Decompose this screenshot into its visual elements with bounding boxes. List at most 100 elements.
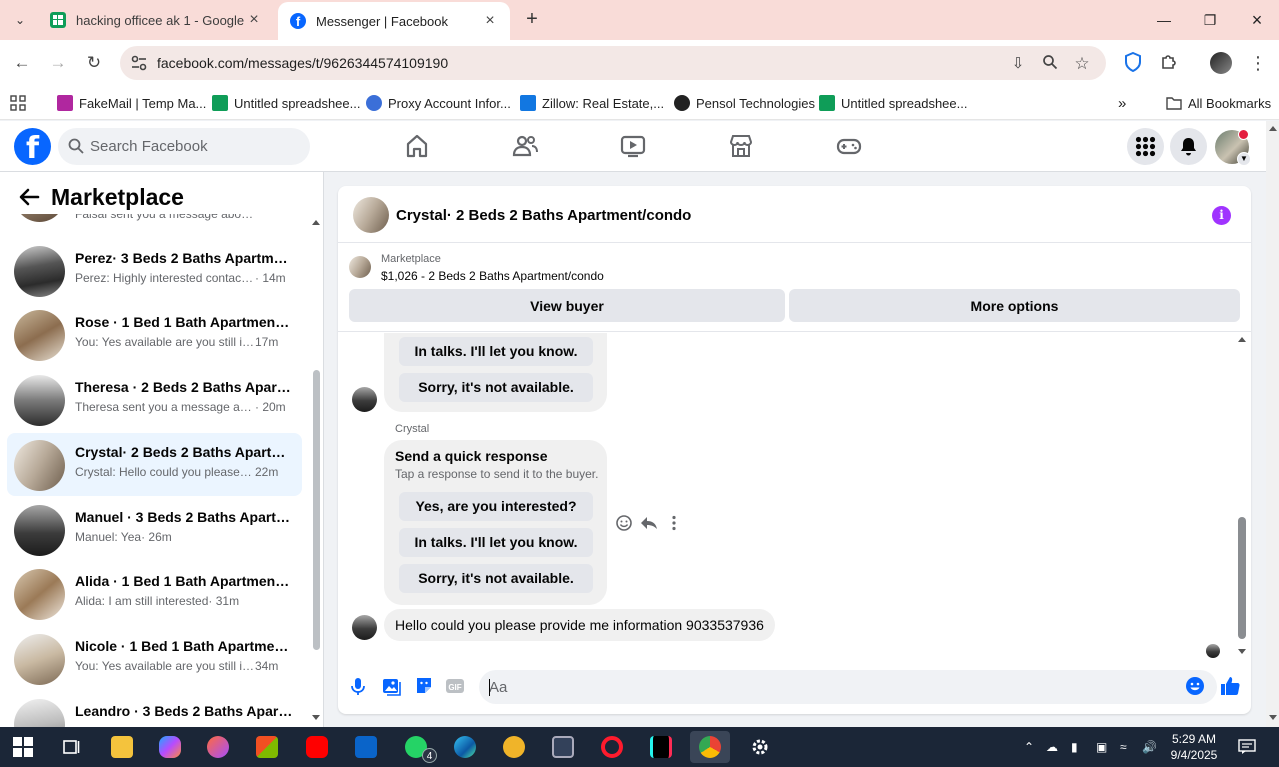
tiktok-app[interactable] <box>641 731 681 763</box>
settings-app[interactable] <box>740 731 780 763</box>
tab-google-sheets[interactable]: hacking officee ak 1 - Google Sh × <box>38 0 274 40</box>
quick-response-button[interactable]: In talks. I'll let you know. <box>399 337 593 366</box>
bookmark-star-icon[interactable]: ☆ <box>1072 54 1092 74</box>
apps-grid-icon[interactable] <box>10 92 26 114</box>
all-bookmarks-button[interactable]: All Bookmarks <box>1166 92 1271 114</box>
emoji-icon[interactable] <box>1184 675 1206 697</box>
conversation-item[interactable]: Theresa · 2 Beds 2 Baths Apartm... There… <box>7 368 302 431</box>
close-tab-icon[interactable]: × <box>482 12 498 30</box>
thumbs-up-icon[interactable] <box>1219 675 1241 697</box>
install-app-icon[interactable]: ⇩ <box>1008 54 1028 74</box>
conversation-item[interactable]: Rose · 1 Bed 1 Bath Apartment/c... You: … <box>7 303 302 366</box>
bookmark-spreadsheet-1[interactable]: Untitled spreadshee... <box>212 92 360 114</box>
marketplace-icon[interactable] <box>727 132 755 160</box>
sender-avatar[interactable] <box>352 387 377 412</box>
reply-icon[interactable] <box>640 514 658 532</box>
quick-response-button[interactable]: Yes, are you interested? <box>399 492 593 521</box>
zoom-icon[interactable] <box>1040 54 1060 74</box>
back-button[interactable]: ← <box>10 51 34 75</box>
facebook-search[interactable] <box>58 128 310 165</box>
edge-app[interactable] <box>445 731 485 763</box>
listing-description[interactable]: $1,026 - 2 Beds 2 Baths Apartment/condo <box>381 269 604 283</box>
profile-avatar[interactable] <box>1210 52 1232 74</box>
conversation-item[interactable]: Leandro · 3 Beds 2 Baths Apart... <box>7 692 302 727</box>
bookmark-proxy[interactable]: Proxy Account Infor... <box>366 92 511 114</box>
youtube-app[interactable] <box>297 731 337 763</box>
bookmark-fakemail[interactable]: FakeMail | Temp Ma... <box>57 92 206 114</box>
forward-button[interactable]: → <box>46 51 70 75</box>
view-buyer-button[interactable]: View buyer <box>349 289 785 322</box>
quick-response-button[interactable]: Sorry, it's not available. <box>399 564 593 593</box>
reload-button[interactable]: ↻ <box>82 51 106 75</box>
opera-app[interactable] <box>592 731 632 763</box>
tab-search-chevron-icon[interactable]: ⌄ <box>10 10 30 30</box>
wifi-icon[interactable]: ≈ <box>1120 727 1127 767</box>
gaming-icon[interactable] <box>835 132 863 160</box>
site-info-icon[interactable] <box>130 54 148 72</box>
more-bookmarks-chevron-icon[interactable]: » <box>1118 92 1126 114</box>
quick-response-button[interactable]: Sorry, it's not available. <box>399 373 593 402</box>
message-bubble[interactable]: Hello could you please provide me inform… <box>384 609 775 641</box>
firefox-like-app[interactable] <box>198 731 238 763</box>
task-view-button[interactable] <box>51 731 91 763</box>
listing-thumbnail[interactable] <box>349 256 371 278</box>
chat-scrollbar[interactable] <box>1236 333 1248 661</box>
file-explorer-app[interactable] <box>102 731 142 763</box>
facebook-logo[interactable]: f <box>14 128 51 165</box>
close-window-button[interactable]: × <box>1245 8 1269 32</box>
minimize-button[interactable]: — <box>1152 8 1176 32</box>
conversation-item[interactable]: Alida · 1 Bed 1 Bath Apartment/c... Alid… <box>7 562 302 625</box>
device-icon[interactable]: ▣ <box>1096 727 1107 767</box>
photo-icon[interactable] <box>380 675 402 697</box>
gif-icon[interactable]: GIF <box>444 675 466 697</box>
back-arrow-icon[interactable] <box>18 186 40 208</box>
onedrive-icon[interactable]: ☁ <box>1046 727 1058 767</box>
volume-icon[interactable]: 🔊 <box>1142 727 1157 767</box>
close-tab-icon[interactable]: × <box>246 11 262 29</box>
url-text[interactable]: facebook.com/messages/t/9626344574109190 <box>157 55 448 71</box>
start-button[interactable] <box>3 731 43 763</box>
address-bar[interactable]: facebook.com/messages/t/9626344574109190… <box>120 46 1106 80</box>
message-input[interactable] <box>479 670 1217 704</box>
menu-grid-button[interactable] <box>1127 128 1164 165</box>
new-tab-button[interactable]: + <box>520 8 544 32</box>
extensions-icon[interactable] <box>1158 52 1180 74</box>
react-emoji-icon[interactable] <box>615 514 633 532</box>
quick-response-button[interactable]: In talks. I'll let you know. <box>399 528 593 557</box>
store-app[interactable] <box>247 731 287 763</box>
info-icon[interactable]: i <box>1212 206 1231 225</box>
home-icon[interactable] <box>403 132 431 160</box>
conversation-item[interactable]: Nicole · 1 Bed 1 Bath Apartment... You: … <box>7 627 302 690</box>
taskbar-clock[interactable]: 5:29 AM 9/4/2025 <box>1164 731 1224 763</box>
conversation-item[interactable]: Manuel · 3 Beds 2 Baths Apartm... Manuel… <box>7 498 302 561</box>
notification-center-icon[interactable] <box>1238 727 1256 767</box>
outlook-app[interactable] <box>346 731 386 763</box>
bookmark-zillow[interactable]: Zillow: Real Estate,... <box>520 92 664 114</box>
microphone-icon[interactable] <box>347 675 369 697</box>
bookmark-pensol[interactable]: Pensol Technologies <box>674 92 815 114</box>
more-options-button[interactable]: More options <box>789 289 1240 322</box>
scrollbar-thumb[interactable] <box>313 370 320 650</box>
battery-icon[interactable]: ▮ <box>1071 727 1078 767</box>
notifications-button[interactable] <box>1170 128 1207 165</box>
tab-messenger[interactable]: f Messenger | Facebook × <box>278 2 510 40</box>
chevron-down-icon[interactable]: ▼ <box>1237 152 1251 166</box>
chat-avatar[interactable] <box>353 197 389 233</box>
page-scrollbar[interactable] <box>1266 121 1279 727</box>
search-input[interactable] <box>90 128 300 165</box>
conversation-item[interactable]: Perez· 3 Beds 2 Baths Apartmen... Perez:… <box>7 239 302 302</box>
conversation-item-active[interactable]: Crystal· 2 Beds 2 Baths Apartme... Cryst… <box>7 433 302 496</box>
settings-like-app[interactable] <box>543 731 583 763</box>
browser-menu-icon[interactable]: ⋮ <box>1247 52 1269 74</box>
show-hidden-icons[interactable]: ⌃ <box>1024 727 1034 767</box>
chrome-app[interactable] <box>690 731 730 763</box>
more-actions-icon[interactable] <box>665 514 683 532</box>
medal-app[interactable] <box>494 731 534 763</box>
friends-icon[interactable] <box>511 132 539 160</box>
chat-title[interactable]: Crystal· 2 Beds 2 Baths Apartment/condo <box>396 207 691 224</box>
sticker-icon[interactable] <box>413 675 435 697</box>
copilot-app[interactable] <box>150 731 190 763</box>
sender-avatar[interactable] <box>352 615 377 640</box>
bookmark-spreadsheet-2[interactable]: Untitled spreadshee... <box>819 92 967 114</box>
restore-button[interactable]: ❐ <box>1198 8 1222 32</box>
